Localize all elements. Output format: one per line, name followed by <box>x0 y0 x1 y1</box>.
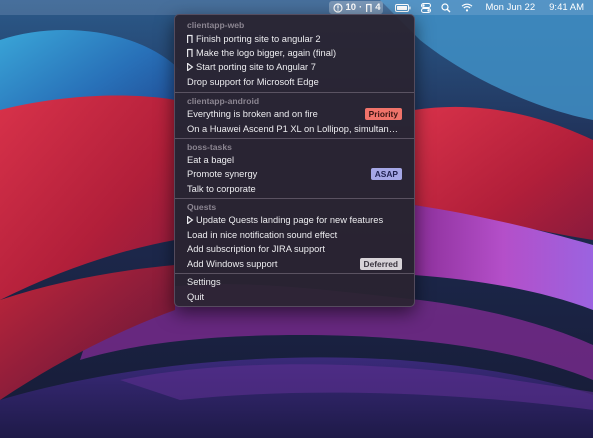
section-title-clientapp-android: clientapp-android <box>187 96 260 106</box>
wifi-icon[interactable] <box>456 0 478 15</box>
menu-item-label: Add subscription for JIRA support <box>187 244 325 254</box>
menu-item[interactable]: Add Windows support Deferred <box>175 257 414 271</box>
menu-item-label: Finish porting site to angular 2 <box>196 34 321 44</box>
issues-count: 10 <box>345 2 357 13</box>
spotlight-search-icon[interactable] <box>436 0 456 15</box>
menu-item-label: Drop support for Microsoft Edge <box>187 77 319 87</box>
menu-divider <box>175 138 414 139</box>
menu-item[interactable]: Make the logo bigger, again (final) <box>175 46 414 60</box>
pull-request-icon <box>186 48 194 58</box>
menu-item-label: Load in nice notification sound effect <box>187 230 338 240</box>
asap-badge: ASAP <box>370 168 402 180</box>
menu-item-label: Talk to corporate <box>187 184 256 194</box>
menu-divider <box>175 273 414 274</box>
battery-icon[interactable] <box>390 0 416 15</box>
menu-item[interactable]: Add subscription for JIRA support <box>175 242 414 256</box>
settings-label: Settings <box>187 277 221 287</box>
menubar-date[interactable]: Mon Jun 22 <box>480 0 540 15</box>
status-separator: · <box>359 2 363 13</box>
menu-item[interactable]: Finish porting site to angular 2 <box>175 32 414 46</box>
menu-item[interactable]: Eat a bagel <box>175 153 414 167</box>
menu-item-label: On a Huawei Ascend P1 XL on Lollipop, si… <box>187 124 402 134</box>
menu-item[interactable]: Talk to corporate <box>175 182 414 196</box>
menu-item[interactable]: Update Quests landing page for new featu… <box>175 213 414 227</box>
section-title-clientapp-web: clientapp-web <box>187 20 245 30</box>
menu-item-label: Update Quests landing page for new featu… <box>196 215 384 225</box>
menu-divider <box>175 92 414 93</box>
draft-pull-request-icon <box>186 215 194 225</box>
section-title-quests: Quests <box>187 202 217 212</box>
menu-item-label: Eat a bagel <box>187 155 235 165</box>
pull-request-icon <box>365 3 373 13</box>
pull-request-icon <box>186 34 194 44</box>
menu-item-label: Promote synergy <box>187 169 258 179</box>
menu-item[interactable]: Load in nice notification sound effect <box>175 228 414 242</box>
section-title-boss-tasks: boss-tasks <box>187 142 232 152</box>
alert-icon <box>333 2 344 13</box>
draft-pull-request-icon <box>186 62 194 72</box>
status-menu-extra[interactable]: 10 · 4 <box>329 1 384 14</box>
priority-badge: Priority <box>364 108 402 120</box>
settings-menu-item[interactable]: Settings <box>175 275 414 289</box>
menu-divider <box>175 198 414 199</box>
menu-item-label: Start porting site to Angular 7 <box>196 62 316 72</box>
menu-item-label: Add Windows support <box>187 259 278 269</box>
status-dropdown-menu: clientapp-web Finish porting site to ang… <box>174 14 415 307</box>
menubar-time[interactable]: 9:41 AM <box>544 0 589 15</box>
menu-item-label: Make the logo bigger, again (final) <box>196 48 337 58</box>
deferred-badge: Deferred <box>359 258 402 270</box>
menu-item[interactable]: Everything is broken and on fire Priorit… <box>175 107 414 121</box>
menu-item[interactable]: Drop support for Microsoft Edge <box>175 75 414 89</box>
menu-item[interactable]: On a Huawei Ascend P1 XL on Lollipop, si… <box>175 122 414 136</box>
menu-item[interactable]: Start porting site to Angular 7 <box>175 60 414 74</box>
control-center-icon[interactable] <box>416 0 436 15</box>
quit-menu-item[interactable]: Quit <box>175 290 414 304</box>
menu-item-label: Everything is broken and on fire <box>187 109 318 119</box>
menu-bar: 10 · 4 Mon Jun 22 9:41 AM <box>0 0 593 15</box>
pr-count: 4 <box>375 2 381 13</box>
menu-item[interactable]: Promote synergy ASAP <box>175 167 414 181</box>
quit-label: Quit <box>187 292 205 302</box>
